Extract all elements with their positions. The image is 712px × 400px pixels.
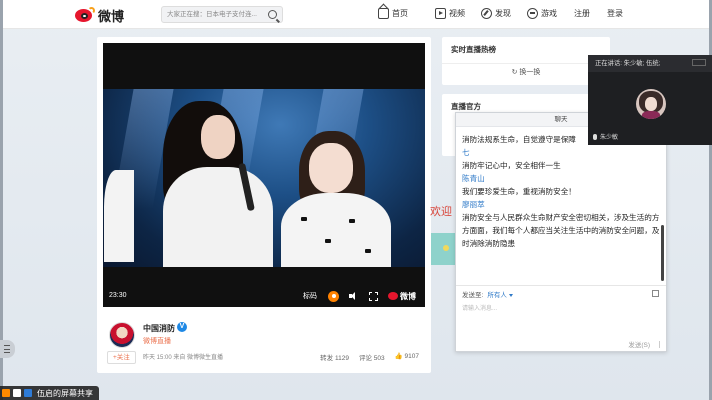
post-stats: 转发 1129 评论 503 👍 9107 bbox=[320, 352, 419, 362]
official-title: 直播官方 bbox=[451, 102, 481, 111]
weibo-logo[interactable]: 微博 bbox=[75, 5, 124, 25]
repost-button[interactable]: 转发 1129 bbox=[320, 352, 349, 362]
fullscreen-icon bbox=[369, 291, 378, 301]
screen-share-bar[interactable]: 伍启的屏幕共享 bbox=[0, 386, 99, 400]
send-button[interactable]: 发送(S) bbox=[628, 339, 650, 349]
logo-text: 微博 bbox=[98, 9, 125, 25]
like-button[interactable]: 👍 9107 bbox=[395, 352, 419, 362]
danmaku-icon bbox=[328, 290, 339, 302]
weibo-eye-icon bbox=[75, 7, 95, 23]
volume-button[interactable] bbox=[349, 290, 359, 302]
login-link[interactable]: 登录 bbox=[607, 8, 623, 19]
send-to-selector[interactable]: 发送至: 所有人 bbox=[462, 289, 513, 299]
login-label: 登录 bbox=[607, 9, 623, 18]
post-meta: 昨天 15:00 来自 微博微生直播 bbox=[143, 355, 224, 361]
send-options-icon[interactable] bbox=[659, 341, 660, 348]
chat-message-list: 消防法规系生命，自觉遵守是保障 七 消防牢记心中，安全相伴一生 陈青山 我们要珍… bbox=[462, 133, 662, 250]
top-navigation-bar: 微博 首页 视频 发现 游戏 注册 登录 bbox=[3, 0, 709, 29]
register-link[interactable]: 注册 bbox=[574, 8, 590, 19]
like-count: 9107 bbox=[404, 353, 419, 360]
welcome-text: 欢迎 bbox=[430, 206, 452, 218]
game-icon bbox=[527, 8, 538, 19]
comment-button[interactable]: 评论 503 bbox=[359, 352, 385, 362]
speaker-label: 朱少敏 bbox=[593, 132, 618, 141]
danmaku-toggle[interactable] bbox=[328, 290, 339, 302]
chat-scrollbar[interactable] bbox=[661, 225, 664, 281]
send-to-label: 发送至: bbox=[462, 292, 484, 299]
nav-game-label: 游戏 bbox=[541, 9, 557, 18]
chat-message: 消防安全与人民群众生命财产安全密切相关，涉及生活的方方面面，我们每个人都应当关注… bbox=[462, 213, 660, 248]
verified-icon: V bbox=[177, 322, 187, 332]
home-icon bbox=[378, 8, 389, 19]
chat-input[interactable] bbox=[462, 303, 660, 333]
quality-button[interactable]: 标码 bbox=[303, 290, 317, 302]
microphone-icon bbox=[24, 389, 32, 397]
video-frame bbox=[103, 89, 425, 267]
video-time: 23:30 bbox=[109, 292, 127, 299]
hot-live-title: 实时直播热榜 bbox=[451, 45, 496, 54]
chat-sender: 七 bbox=[462, 148, 470, 157]
author-subtitle[interactable]: 微博直播 bbox=[143, 336, 171, 346]
video-icon bbox=[435, 8, 446, 19]
nav-home[interactable]: 首页 bbox=[378, 8, 408, 19]
compass-icon bbox=[481, 8, 492, 19]
speaker-avatar bbox=[636, 89, 666, 119]
fullscreen-button[interactable] bbox=[369, 290, 378, 302]
hot-live-card: 实时直播热榜 ↻ 换一换 bbox=[442, 37, 610, 85]
nav-discover[interactable]: 发现 bbox=[481, 8, 511, 19]
user-icon bbox=[2, 389, 10, 397]
microphone-icon bbox=[593, 133, 597, 140]
avatar[interactable] bbox=[109, 322, 135, 348]
nav-video[interactable]: 视频 bbox=[435, 8, 465, 19]
nav-home-label: 首页 bbox=[392, 9, 408, 18]
search-icon[interactable] bbox=[268, 10, 277, 19]
video-controls: 23:30 标码 微博 bbox=[103, 285, 425, 307]
search-box[interactable] bbox=[161, 6, 283, 23]
screen-icon bbox=[13, 389, 21, 397]
send-to-value: 所有人 bbox=[487, 292, 507, 299]
nav-game[interactable]: 游戏 bbox=[527, 8, 557, 19]
live-post-card: 23:30 标码 微博 中国消防 V 微博直播 +关注 昨天 15:00 来自 … bbox=[97, 37, 431, 373]
file-icon[interactable] bbox=[652, 290, 659, 297]
refresh-button[interactable]: ↻ 换一换 bbox=[442, 67, 610, 77]
chat-sender: 陈青山 bbox=[462, 174, 485, 183]
search-input[interactable] bbox=[167, 9, 263, 20]
author-name[interactable]: 中国消防 bbox=[143, 323, 175, 334]
chat-sender: 廖丽萃 bbox=[462, 200, 485, 209]
follow-button[interactable]: +关注 bbox=[107, 351, 136, 364]
post-author-section: 中国消防 V 微博直播 +关注 昨天 15:00 来自 微博微生直播 转发 11… bbox=[103, 319, 425, 369]
video-player[interactable]: 23:30 标码 微博 bbox=[103, 43, 425, 307]
weibo-watermark: 微博 bbox=[388, 290, 416, 302]
volume-icon bbox=[349, 292, 359, 300]
screen-share-label: 伍启的屏幕共享 bbox=[37, 388, 93, 398]
chat-message: 我们要珍爱生命，重视消防安全！ bbox=[462, 187, 576, 196]
chat-panel: 聊天 消防法规系生命，自觉遵守是保障 七 消防牢记心中，安全相伴一生 陈青山 我… bbox=[455, 112, 667, 352]
refresh-label: 换一换 bbox=[519, 69, 541, 76]
side-panel-handle[interactable] bbox=[0, 340, 15, 358]
speaker-name: 朱少敏 bbox=[600, 135, 619, 141]
nav-discover-label: 发现 bbox=[495, 9, 511, 18]
watermark-text: 微博 bbox=[400, 291, 416, 301]
chevron-down-icon bbox=[508, 293, 513, 297]
video-edge-figure bbox=[104, 170, 134, 262]
register-label: 注册 bbox=[574, 9, 590, 18]
chat-message: 消防牢记心中，安全相伴一生 bbox=[462, 161, 561, 170]
weibo-logo-icon bbox=[388, 292, 398, 300]
speaker-window: 正在讲话: 朱少敏; 伍统; 朱少敏 bbox=[588, 55, 712, 145]
more-icon[interactable] bbox=[692, 59, 706, 66]
nav-video-label: 视频 bbox=[449, 9, 465, 18]
